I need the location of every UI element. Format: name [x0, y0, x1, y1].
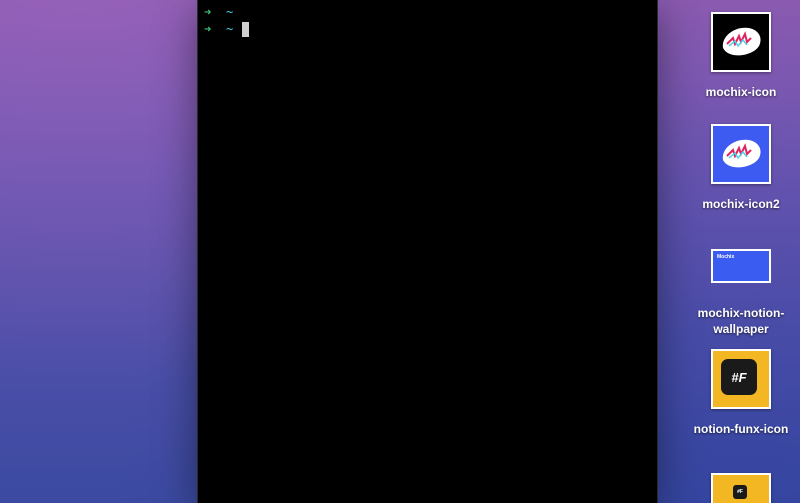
mochix-hat-icon[interactable]	[711, 124, 771, 184]
funx-glyph: #F	[733, 485, 747, 499]
wallpaper-thumb-text: Mochix	[717, 254, 735, 260]
desktop-icon-partial[interactable]: #F	[686, 473, 796, 503]
desktop-icon-label: notion-funx-icon	[693, 422, 789, 436]
terminal-window[interactable]: ➜ ~ ➜ ~	[198, 0, 657, 503]
terminal-cursor[interactable]	[242, 22, 249, 37]
desktop-icon-label: mochix-icon	[705, 85, 777, 99]
funx-icon[interactable]: #F	[711, 473, 771, 503]
funx-icon[interactable]: #F	[711, 349, 771, 409]
funx-glyph: #F	[721, 359, 757, 395]
terminal-content[interactable]: ➜ ~ ➜ ~	[204, 4, 249, 38]
desktop-icon-mochix-icon2[interactable]: mochix-icon2	[686, 124, 796, 212]
desktop-icon-notion-funx-icon[interactable]: #F notion-funx-icon	[686, 349, 796, 437]
prompt-line: ➜ ~	[204, 4, 249, 21]
prompt-directory: ~	[226, 5, 234, 19]
desktop-icon-label: mochix-icon2	[702, 197, 780, 211]
prompt-arrow-icon: ➜	[204, 22, 212, 36]
prompt-arrow-icon: ➜	[204, 5, 212, 19]
prompt-directory: ~	[226, 22, 234, 36]
desktop-icon-mochix-icon[interactable]: mochix-icon	[686, 12, 796, 100]
desktop-icon-mochix-notion-wallpaper[interactable]: Mochix mochix-notion-wallpaper	[686, 249, 796, 337]
mochix-hat-icon[interactable]	[711, 12, 771, 72]
desktop-icon-label: mochix-notion-wallpaper	[697, 306, 785, 336]
prompt-line: ➜ ~	[204, 21, 249, 38]
wallpaper-thumbnail[interactable]: Mochix	[711, 249, 771, 283]
